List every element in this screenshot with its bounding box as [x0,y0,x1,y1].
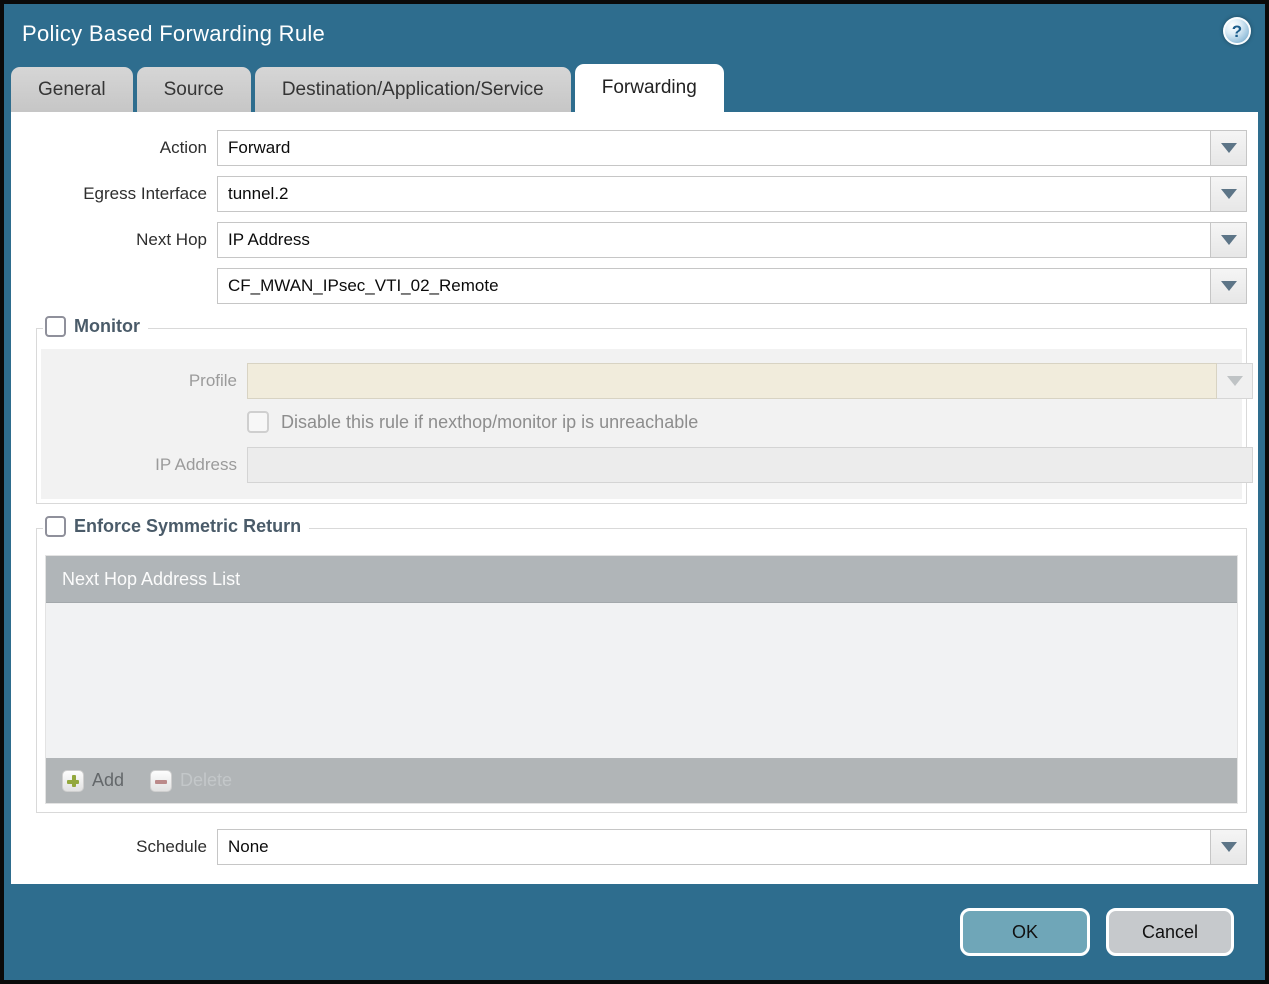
next-hop-dropdown-button[interactable] [1211,222,1247,258]
chevron-down-icon [1220,842,1237,852]
next-hop-address-list-table: Next Hop Address List Add Delete [45,555,1238,804]
profile-row: Profile [41,363,1253,399]
monitor-legend: Monitor [43,316,148,337]
dialog-title: Policy Based Forwarding Rule [22,21,326,46]
chevron-down-icon [1220,143,1237,153]
dialog-footer: OK Cancel [4,884,1265,980]
symmetric-return-fieldset: Enforce Symmetric Return Next Hop Addres… [36,516,1247,813]
tab-forwarding[interactable]: Forwarding [574,64,724,112]
profile-select [247,363,1217,399]
tab-bar: General Source Destination/Application/S… [4,64,1265,112]
schedule-label: Schedule [136,837,207,856]
schedule-row: Schedule None [11,829,1258,865]
delete-button-label: Delete [180,770,233,790]
help-button[interactable]: ? [1223,17,1251,45]
symmetric-return-legend: Enforce Symmetric Return [43,516,310,537]
next-hop-row: Next Hop IP Address [11,222,1258,258]
schedule-select[interactable]: None [217,829,1211,865]
egress-interface-label: Egress Interface [83,184,207,203]
next-hop-type-select[interactable]: IP Address [217,222,1211,258]
profile-dropdown-button [1217,363,1253,399]
next-hop-address-list-body [46,603,1237,758]
next-hop-address-select[interactable]: CF_MWAN_IPsec_VTI_02_Remote [217,268,1211,304]
delete-button: Delete [150,769,233,792]
symmetric-return-legend-label: Enforce Symmetric Return [74,516,302,536]
chevron-down-icon [1220,189,1237,199]
next-hop-address-list-footer: Add Delete [46,758,1237,803]
egress-interface-dropdown-button[interactable] [1211,176,1247,212]
profile-label: Profile [188,371,237,390]
disable-rule-row: Disable this rule if nexthop/monitor ip … [247,411,1242,433]
next-hop-label: Next Hop [136,230,207,249]
cancel-button[interactable]: Cancel [1106,908,1234,956]
question-mark-icon: ? [1231,21,1243,41]
add-button: Add [62,769,125,792]
monitor-checkbox[interactable] [45,316,66,337]
add-button-label: Add [92,770,125,790]
action-label: Action [159,138,207,157]
monitor-ip-address-row: IP Address [41,447,1253,483]
next-hop-address-dropdown-button[interactable] [1211,268,1247,304]
tab-general[interactable]: General [11,67,133,112]
action-select[interactable]: Forward [217,130,1211,166]
egress-interface-row: Egress Interface tunnel.2 [11,176,1258,212]
tab-source[interactable]: Source [136,67,251,112]
monitor-ip-address-input [247,447,1253,483]
monitor-legend-label: Monitor [74,316,140,336]
next-hop-address-list-header: Next Hop Address List [46,556,1237,603]
dialog-titlebar: Policy Based Forwarding Rule ? [4,4,1265,64]
monitor-body: Profile Disable this rule if nexthop/mon… [41,349,1253,499]
egress-interface-select[interactable]: tunnel.2 [217,176,1211,212]
action-row: Action Forward [11,130,1258,166]
monitor-ip-address-label: IP Address [155,455,237,474]
ok-button[interactable]: OK [960,908,1090,956]
minus-icon [150,769,173,792]
forwarding-tab-panel: Action Forward Egress Interface tunnel.2… [11,112,1258,884]
tab-destination-application-service[interactable]: Destination/Application/Service [254,67,571,112]
chevron-down-icon [1220,281,1237,291]
disable-rule-checkbox [247,411,269,433]
monitor-fieldset: Monitor Profile Disable this rule if nex… [36,316,1253,504]
policy-based-forwarding-dialog: Policy Based Forwarding Rule ? General S… [0,0,1269,984]
chevron-down-icon [1226,376,1243,386]
action-dropdown-button[interactable] [1211,130,1247,166]
plus-icon [62,769,84,792]
next-hop-address-row: CF_MWAN_IPsec_VTI_02_Remote [11,268,1258,304]
schedule-dropdown-button[interactable] [1211,829,1247,865]
symmetric-return-checkbox[interactable] [45,516,66,537]
disable-rule-label: Disable this rule if nexthop/monitor ip … [281,411,699,432]
chevron-down-icon [1220,235,1237,245]
